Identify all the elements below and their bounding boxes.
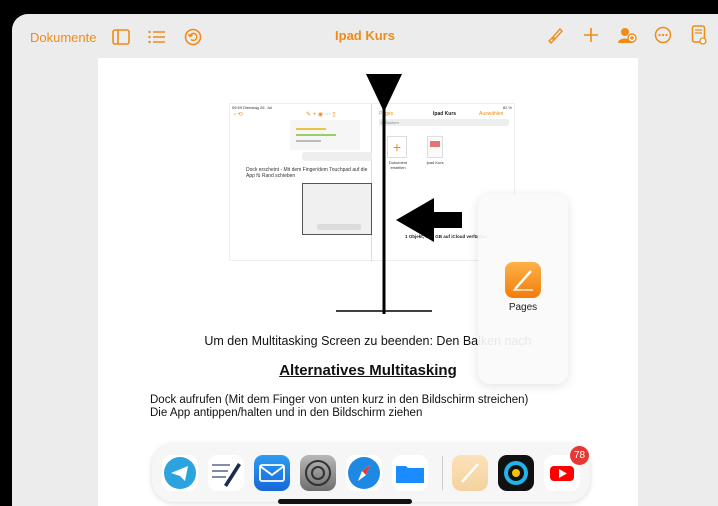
ipad-screen: Dokumente Ipad Kurs 09:59 Dienstag 26. J… [12, 14, 718, 506]
collaborate-icon[interactable] [616, 24, 638, 46]
pages-dock-icon[interactable] [452, 455, 488, 491]
notification-badge: 78 [570, 446, 589, 465]
add-icon[interactable] [580, 24, 602, 46]
body-line-2: Die App antippen/halten und in den Bilds… [150, 407, 423, 419]
dock-divider [442, 456, 443, 490]
pages-app-label: Pages [508, 302, 538, 313]
notes-pen-icon[interactable] [208, 455, 244, 491]
safari-icon[interactable] [346, 455, 382, 491]
settings-icon[interactable] [300, 455, 336, 491]
camera-app-icon[interactable] [498, 455, 534, 491]
pages-app-card[interactable]: Pages [478, 194, 568, 384]
left-arrow-icon [396, 198, 462, 242]
files-icon[interactable] [392, 455, 428, 491]
home-indicator[interactable] [278, 499, 412, 504]
pages-app-icon [505, 262, 541, 298]
dock: 78 [152, 444, 590, 502]
telegram-icon[interactable] [162, 455, 198, 491]
toolbar: Dokumente Ipad Kurs [12, 14, 718, 58]
toolbar-right [544, 24, 710, 46]
body-line-1: Dock aufrufen (Mit dem Finger von unten … [150, 394, 529, 406]
more-icon[interactable] [652, 24, 674, 46]
brush-icon[interactable] [544, 24, 566, 46]
document-options-icon[interactable] [688, 24, 710, 46]
mail-icon[interactable] [254, 455, 290, 491]
down-arrow-icon [366, 74, 402, 112]
youtube-icon[interactable]: 78 [544, 446, 589, 491]
